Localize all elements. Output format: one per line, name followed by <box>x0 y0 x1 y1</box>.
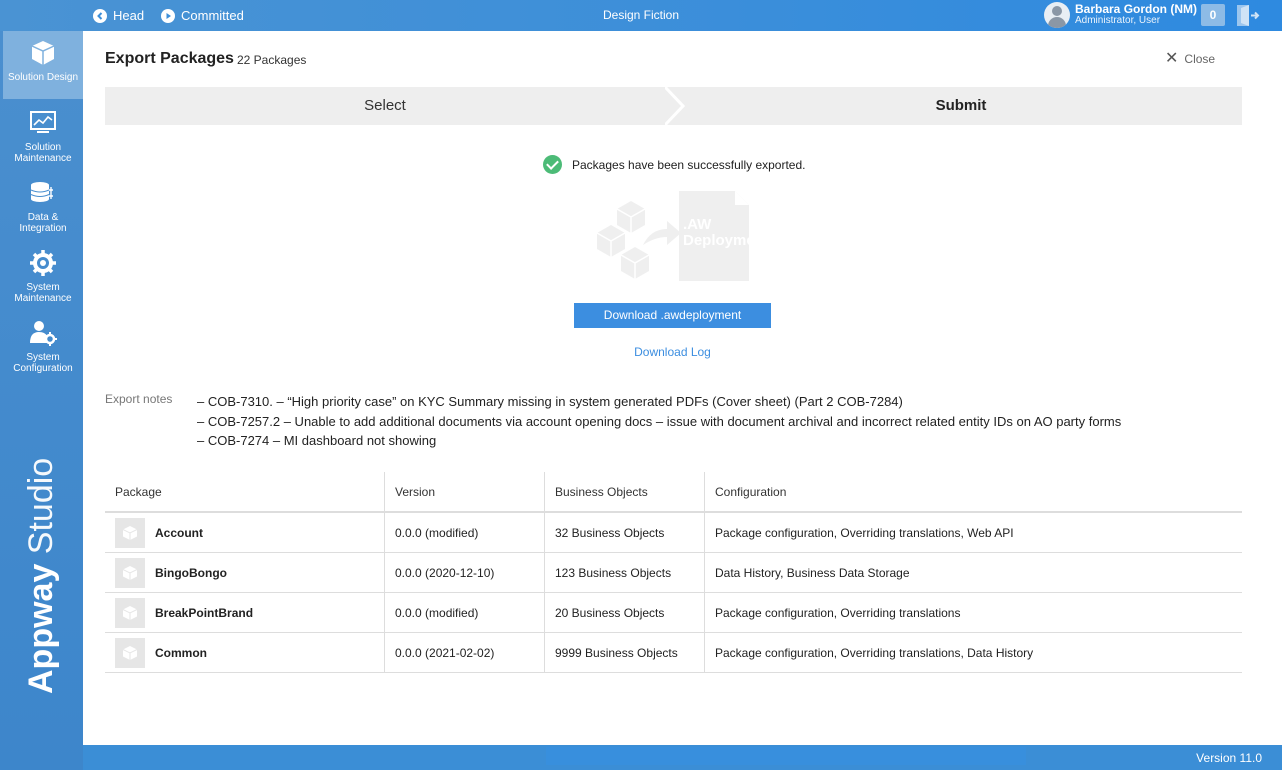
user-gear-icon <box>29 319 57 347</box>
package-business-objects: 9999 Business Objects <box>544 632 705 673</box>
close-icon: ✕ <box>1165 50 1179 67</box>
wizard-steps: Select Submit <box>105 87 1242 125</box>
appway-studio-logo: Appway Studio <box>22 458 62 699</box>
close-label: Close <box>1184 52 1216 66</box>
export-note: – COB-7274 – MI dashboard not showing <box>197 433 437 448</box>
table-row[interactable]: Account 0.0.0 (modified) 32 Business Obj… <box>105 512 1242 553</box>
success-text: Packages have been successfully exported… <box>572 157 806 172</box>
back-arrow-icon <box>93 8 107 23</box>
table-header-row: Package Version Business Objects Configu… <box>105 472 1242 513</box>
column-header-business-objects[interactable]: Business Objects <box>544 472 705 513</box>
version-label: Version 11.0 <box>1196 751 1262 765</box>
close-button[interactable]: ✕ Close <box>1165 50 1216 67</box>
package-name: Account <box>155 525 203 540</box>
database-icon <box>29 179 57 207</box>
sidebar-item-label: Solution Maintenance <box>14 142 72 164</box>
sidebar-item-label: Solution Design <box>7 72 79 83</box>
notification-badge[interactable]: 0 <box>1201 4 1225 26</box>
cubes-icon <box>29 39 57 67</box>
sidebar-item-label: Data & Integration <box>19 212 67 234</box>
document-label: .AW Deployment <box>683 216 769 249</box>
step-select[interactable]: Select <box>105 87 665 125</box>
export-note: – COB-7257.2 – Unable to add additional … <box>197 413 1122 429</box>
page-title: Export Packages <box>105 50 234 67</box>
package-configuration: Package configuration, Overriding transl… <box>704 632 1242 673</box>
step-submit[interactable]: Submit <box>680 87 1242 125</box>
export-note: – COB-7310. – “High priority case” on KY… <box>197 394 903 409</box>
sidebar-item-solution-maintenance[interactable]: Solution Maintenance <box>3 101 83 169</box>
package-configuration: Data History, Business Data Storage <box>704 552 1242 593</box>
package-name: Common <box>155 645 207 660</box>
packages-table: Package Version Business Objects Configu… <box>105 472 1242 673</box>
brand-bold: Appway <box>22 563 60 694</box>
export-packages-panel: Export Packages 22 Packages ✕ Close Sele… <box>83 31 1282 745</box>
package-cubes-icon <box>596 201 681 279</box>
package-version: 0.0.0 (modified) <box>384 512 545 553</box>
gear-icon <box>29 249 57 277</box>
user-name: Barbara Gordon (NM) <box>1075 2 1198 16</box>
check-circle-icon <box>543 155 562 174</box>
package-icon <box>115 557 145 588</box>
logout-icon[interactable] <box>1236 4 1260 27</box>
package-configuration: Package configuration, Overriding transl… <box>704 512 1242 553</box>
package-count: 22 Packages <box>237 53 307 67</box>
package-icon <box>115 637 145 668</box>
package-business-objects: 32 Business Objects <box>544 512 705 553</box>
table-row[interactable]: Common 0.0.0 (2021-02-02) 9999 Business … <box>105 632 1242 673</box>
package-version: 0.0.0 (2021-02-02) <box>384 632 545 673</box>
column-header-package[interactable]: Package <box>105 472 385 513</box>
success-message: Packages have been successfully exported… <box>543 155 805 174</box>
export-illustration: .AW Deployment <box>593 191 769 283</box>
package-name: BingoBongo <box>155 565 227 580</box>
play-icon <box>161 8 175 23</box>
package-name: BreakPointBrand <box>155 605 254 620</box>
table-row[interactable]: BreakPointBrand 0.0.0 (modified) 20 Busi… <box>105 592 1242 633</box>
package-version: 0.0.0 (2020-12-10) <box>384 552 545 593</box>
user-role: Administrator, User <box>1075 15 1161 26</box>
sidebar-item-label: System Configuration <box>13 352 73 374</box>
committed-label: Committed <box>181 8 244 23</box>
column-header-configuration[interactable]: Configuration <box>704 472 1242 513</box>
package-business-objects: 123 Business Objects <box>544 552 705 593</box>
column-header-version[interactable]: Version <box>384 472 545 513</box>
avatar <box>1044 2 1070 28</box>
sidebar-item-label: System Maintenance <box>14 282 72 304</box>
export-notes-label: Export notes <box>105 392 173 406</box>
head-branch[interactable]: Head <box>93 0 144 31</box>
package-business-objects: 20 Business Objects <box>544 592 705 633</box>
footer-scroll-bar <box>546 747 1026 765</box>
package-icon <box>115 517 145 548</box>
head-label: Head <box>113 8 145 23</box>
sidebar-item-system-configuration[interactable]: System Configuration <box>3 311 83 379</box>
package-version: 0.0.0 (modified) <box>384 592 545 633</box>
sidebar-item-data-integration[interactable]: Data & Integration <box>3 171 83 239</box>
package-icon <box>115 597 145 628</box>
download-awdeployment-button[interactable]: Download .awdeployment <box>574 303 771 328</box>
monitor-chart-icon <box>29 109 57 137</box>
top-bar: Head Committed Design Fiction Barbara Go… <box>0 0 1282 31</box>
brand-light: Studio <box>22 457 60 564</box>
download-log-link[interactable]: Download Log <box>574 345 771 359</box>
table-row[interactable]: BingoBongo 0.0.0 (2020-12-10) 123 Busine… <box>105 552 1242 593</box>
export-notes: – COB-7310. – “High priority case” on KY… <box>197 392 1121 451</box>
sidebar-item-system-maintenance[interactable]: System Maintenance <box>3 241 83 309</box>
package-configuration: Package configuration, Overriding transl… <box>704 592 1242 633</box>
sidebar-item-solution-design[interactable]: Solution Design <box>3 31 83 99</box>
user-menu[interactable]: Barbara Gordon (NM) Administrator, User <box>1044 2 1197 28</box>
committed-branch[interactable]: Committed <box>161 0 244 31</box>
sidebar: Solution Design Solution Maintenance Dat… <box>0 31 83 770</box>
